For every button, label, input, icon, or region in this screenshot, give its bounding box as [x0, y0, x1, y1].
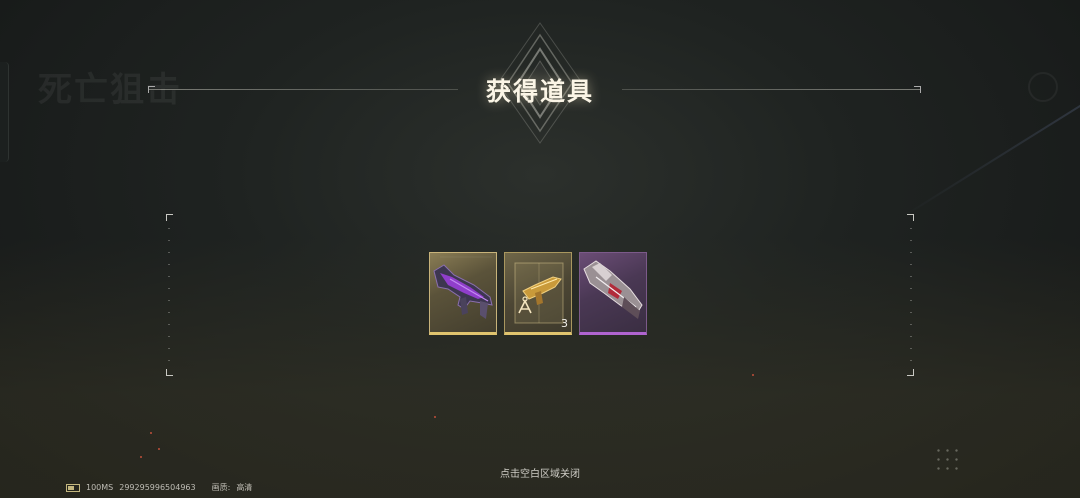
- frame-corner: [907, 369, 914, 376]
- sniper-rifle-icon: [433, 256, 493, 319]
- ember: [434, 416, 436, 418]
- reward-item-heavy-weapon[interactable]: [579, 252, 647, 335]
- reward-item-rifle-crate[interactable]: 3: [504, 252, 572, 335]
- reward-list: 3: [429, 252, 647, 335]
- reward-quantity: 3: [561, 317, 568, 330]
- frame-corner: [907, 214, 914, 221]
- quality-label: 画质:: [211, 483, 231, 492]
- ember: [158, 448, 160, 450]
- close-hint[interactable]: 点击空白区域关闭: [0, 465, 1080, 480]
- frame-corner: [166, 369, 173, 376]
- ember: [752, 374, 754, 376]
- player-id: 299295996504963: [119, 483, 196, 492]
- frame-corner: [166, 214, 173, 221]
- title-banner: 获得道具: [0, 0, 1080, 160]
- reward-item-sniper-rifle[interactable]: [429, 252, 497, 335]
- page-title: 获得道具: [485, 77, 594, 106]
- battery-icon: [66, 483, 80, 492]
- ping-value: 100MS: [86, 483, 114, 492]
- ember: [150, 432, 152, 434]
- frame-dots-left: [168, 228, 170, 362]
- quality-value: 高清: [236, 483, 253, 492]
- dot-grid-decoration: [934, 446, 962, 474]
- heavy-weapon-icon: [583, 260, 643, 319]
- status-bar: 100MS 299295996504963 画质: 高清: [66, 482, 252, 493]
- frame-dots-right: [910, 228, 912, 362]
- ember: [140, 456, 142, 458]
